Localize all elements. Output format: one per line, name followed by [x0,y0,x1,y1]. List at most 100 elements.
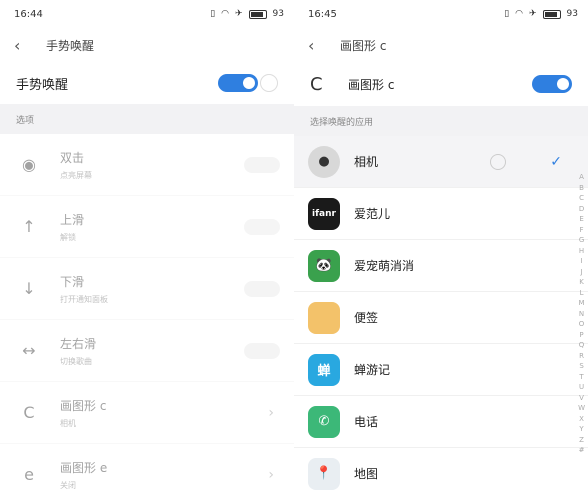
app-list-item[interactable]: ✆ 电话 [294,396,588,448]
airplane-icon: ✈ [235,9,243,19]
alphabet-letter[interactable]: Y [578,424,585,435]
back-icon[interactable]: ‹ [308,36,330,55]
gesture-label: 画图形 c [348,77,395,92]
pet-game-app-icon: 🐼 [308,249,340,282]
gesture-option-row[interactable]: ↑ 上滑 解锁 [0,196,294,258]
gesture-option-row[interactable]: e 画图形 e 关闭 › [0,444,294,497]
option-description: 关闭 [60,480,76,490]
alphabet-letter[interactable]: A [578,172,585,183]
alphabet-letter[interactable]: H [578,246,585,257]
alphabet-letter[interactable]: V [578,393,585,404]
app-list-item[interactable]: 蝉蝉游记 [294,344,588,396]
option-description: 解锁 [60,232,76,242]
alphabet-letter[interactable]: E [578,214,585,225]
alphabet-letter[interactable]: B [578,183,585,194]
alphabet-letter[interactable]: N [578,309,585,320]
status-bar: 16:44 ▯ ◠ ✈ 93 [0,0,294,28]
chevron-right-icon[interactable]: › [268,467,280,483]
option-toggle[interactable] [244,342,280,359]
option-name: 双击 [60,150,85,165]
gesture-option-row[interactable]: ◉ 双击点亮屏幕 [0,134,294,196]
options-list: ◉ 双击 点亮屏幕 ↑ 上滑 解锁 ↓ 下滑 打开通知面板 ↔ 左右滑 切换歌曲 C 画图形 c 相机 › e 画… [0,134,294,497]
alphabet-letter[interactable]: F [578,225,585,236]
alphabet-letter[interactable]: L [578,288,585,299]
camera-app-icon: ● [308,145,340,178]
phone-app-icon: ✆ [308,405,340,438]
option-description: 切换歌曲 [60,356,92,366]
option-name: 下滑 [60,274,85,289]
alphabet-letter[interactable]: T [578,372,585,383]
battery-level: 93 [272,9,284,19]
options-section-header: 选项 [0,104,294,134]
header: ‹ 手势唤醒 [0,28,294,62]
app-list-item[interactable]: 📍 地图 [294,448,588,497]
status-time: 16:44 [14,8,43,20]
alphabet-letter[interactable]: R [578,351,585,362]
option-toggle[interactable] [244,280,280,297]
option-name: 画图形 c [60,398,107,413]
battery-icon [248,9,267,19]
alphabet-letter[interactable]: X [578,414,585,425]
app-list-item[interactable]: ● 相机 ✓ [294,136,588,188]
status-time: 16:45 [308,8,337,20]
gesture-option-row[interactable]: ↓ 下滑 打开通知面板 [0,258,294,320]
option-description: 点亮屏幕 [60,170,92,180]
ifanr-app-icon: ifanr [308,197,340,230]
option-name: 画图形 e [60,460,108,475]
option-toggle[interactable] [244,218,280,235]
alphabet-letter[interactable]: S [578,361,585,372]
option-description: 相机 [60,418,76,428]
radio-button[interactable] [490,153,507,170]
double-tap-icon: ◉ [22,155,36,174]
gesture-option-row[interactable]: ↔ 左右滑切换歌曲 [0,320,294,382]
swipe-down-icon: ↓ [22,279,36,298]
status-bar: 16:45 ▯ ◠ ✈ 93 [294,0,588,28]
alphabet-letter[interactable]: O [578,319,585,330]
app-name: 电话 [354,415,379,429]
alphabet-letter[interactable]: I [578,256,585,267]
gesture-wake-master-row: 手势唤醒 [0,62,294,104]
vibrate-icon: ▯ [504,9,510,19]
draw-c-toggle[interactable] [532,75,572,93]
alphabet-letter[interactable]: M [578,298,585,309]
swipe-left-right-icon: ↔ [22,341,36,360]
alphabet-letter[interactable]: U [578,382,585,393]
alphabet-letter[interactable]: P [578,330,585,341]
notes-app-icon [308,301,340,334]
back-icon[interactable]: ‹ [14,36,36,55]
chanyouji-app-icon: 蝉 [308,353,340,386]
gesture-toggle-row: C 画图形 c [294,62,588,106]
app-list-item[interactable]: 🐼 爱宠萌消消 [294,240,588,292]
draw-c-icon: C [310,73,323,95]
vibrate-icon: ▯ [210,9,216,19]
alphabet-letter[interactable]: W [578,403,585,414]
alphabet-letter[interactable]: G [578,235,585,246]
alphabet-index[interactable]: A B C D E F G H I J K L M N O P Q R S T U V W X Y Z # [578,172,585,456]
app-list-item[interactable]: ifanr 爱范儿 [294,188,588,240]
alphabet-letter[interactable]: # [578,445,585,456]
chevron-right-icon[interactable]: › [268,405,280,421]
app-name: 爱范儿 [354,207,391,221]
app-list-item[interactable]: 便签 [294,292,588,344]
option-name: 上滑 [60,212,85,227]
alphabet-letter[interactable]: D [578,204,585,215]
master-label: 手势唤醒 [16,77,69,93]
gesture-option-row[interactable]: C 画图形 c 相机 › [0,382,294,444]
apps-list: ● 相机 ✓ ifanr 爱范儿 🐼 爱宠萌消消便签蝉蝉游记 ✆ 电话 📍 地图 [294,136,588,497]
alphabet-letter[interactable]: C [578,193,585,204]
airplane-icon: ✈ [529,9,537,19]
option-name: 左右滑 [60,336,97,351]
option-toggle[interactable] [244,156,280,173]
app-name: 便签 [354,311,379,325]
alphabet-letter[interactable]: J [578,267,585,278]
checkmark-icon: ✓ [550,153,562,170]
toggle-ghost [260,74,278,92]
app-section-header: 选择唤醒的应用 [294,106,588,136]
alphabet-letter[interactable]: Q [578,340,585,351]
page-title: 手势唤醒 [46,38,95,53]
alphabet-letter[interactable]: Z [578,435,585,446]
gesture-wake-toggle[interactable] [218,74,258,92]
page-title: 画图形 c [340,38,387,53]
app-name: 蝉游记 [354,363,391,377]
alphabet-letter[interactable]: K [578,277,585,288]
